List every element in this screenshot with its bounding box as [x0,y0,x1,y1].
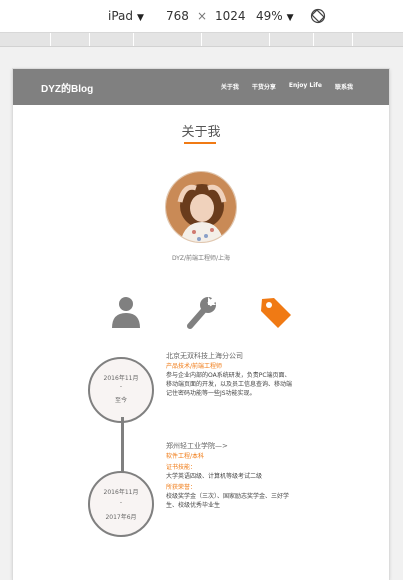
timeline-date-end: 2017年6月 [105,514,137,521]
timeline-desc-line: 移动端页面的开发，以及员工信息查询、移动端 [166,381,293,388]
timeline-desc-line: 记住密码功能等一些JS功能实现。 [166,390,256,397]
page-title: 关于我 [181,125,221,140]
timeline-major: 软件工程/本科 [166,453,205,460]
nav-links: 关于我 干货分享 Enjoy Life 联系我 [221,82,353,91]
timeline-date-circle: 2016年11月 - 至今 [88,357,154,423]
timeline-date-start: 2016年11月 [103,489,139,496]
title-underline [184,142,216,144]
site-brand[interactable]: DYZ的Blog [41,80,93,95]
height-input[interactable]: 1024 [215,9,246,23]
nav-link-share[interactable]: 干货分享 [252,82,276,91]
media-query-ruler [0,33,403,47]
person-icon[interactable] [109,295,143,329]
profile-subtitle: DYZ/前端工程师/上海 [171,255,231,262]
wrench-icon[interactable] [184,295,218,329]
rotate-icon[interactable] [310,8,326,24]
zoom-select[interactable]: 49% ▼ [256,9,294,23]
nav-link-enjoy-life[interactable]: Enjoy Life [289,82,322,91]
device-viewport: DYZ的Blog 关于我 干货分享 Enjoy Life 联系我 关于我 DYZ… [13,69,389,580]
timeline-entry-education: 郑州轻工业学院—> 软件工程/本科 证书技能： 大学英语四级、计算机等级考试二级… [166,441,331,510]
chevron-down-icon: ▼ [286,13,294,23]
timeline-date-start: 2016年11月 [103,375,139,382]
honor-label: 所获荣誉： [166,484,197,491]
zoom-value: 49% [256,9,283,23]
times-separator: × [197,9,208,23]
cert-text: 大学英语四级、计算机等级考试二级 [166,473,263,480]
timeline-entry-work: 北京无双科技上海分公司 产品技术/前端工程师 参与企业内部的OA系统研发，负责P… [166,351,331,398]
timeline-company: 北京无双科技上海分公司 [166,352,243,360]
timeline-school: 郑州轻工业学院—> [166,442,228,450]
timeline-date-circle: 2016年11月 - 2017年6月 [88,471,154,537]
cert-label: 证书技能： [166,464,197,471]
width-input[interactable]: 768 [166,9,189,23]
timeline-date-separator: - [119,499,123,506]
device-name: iPad [108,9,134,23]
timeline-desc-line: 参与企业内部的OA系统研发，负责PC端页面、 [166,372,291,379]
honor-line: 生、校级优秀毕业生 [166,502,221,509]
timeline-date-separator: - [119,383,123,390]
timeline-connector [121,417,124,479]
device-toolbar: iPad ▼ 768 × 1024 49% ▼ [0,0,403,33]
chevron-down-icon: ▼ [137,13,144,23]
honor-line: 校级奖学金（三次）、国家励志奖学金、三好学 [166,493,290,500]
nav-link-about[interactable]: 关于我 [221,82,239,91]
tag-icon[interactable] [259,295,293,329]
timeline-date-end: 至今 [114,397,127,404]
site-navbar: DYZ的Blog 关于我 干货分享 Enjoy Life 联系我 [13,69,389,105]
timeline-role: 产品技术/前端工程师 [166,363,223,370]
nav-link-contact[interactable]: 联系我 [335,82,353,91]
avatar [165,171,237,243]
device-select[interactable]: iPad ▼ [108,9,144,23]
